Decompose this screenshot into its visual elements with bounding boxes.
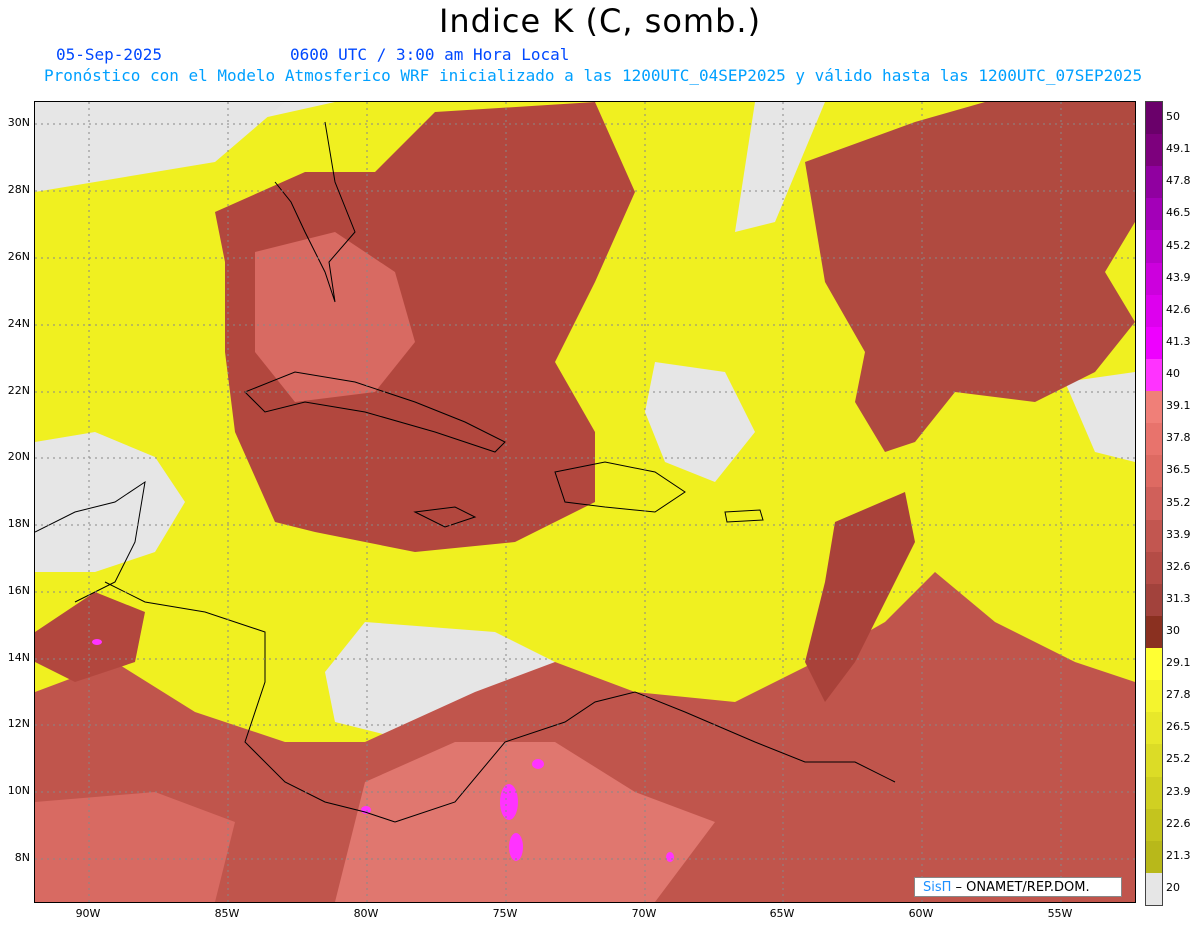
lat-label: 14N (7, 651, 30, 664)
colorbar-cell (1146, 808, 1162, 842)
colorbar-cell (1146, 294, 1162, 328)
colorbar-label: 22.6 (1166, 816, 1191, 830)
magenta-spot-honduras (92, 639, 102, 645)
colorbar-label: 32.6 (1166, 559, 1191, 573)
lon-label: 65W (769, 907, 795, 920)
magenta-spot-colombia-2 (509, 833, 523, 861)
colorbar-cell (1146, 648, 1162, 681)
colorbar-cell (1146, 519, 1162, 553)
map-title: Indice K (C, somb.) (438, 2, 762, 40)
colorbar-cell (1146, 615, 1162, 649)
lat-label: 28N (7, 183, 30, 196)
lon-label: 55W (1047, 907, 1073, 920)
forecast-note: Pronóstico con el Modelo Atmosferico WRF… (44, 66, 1143, 85)
credit-text: – ONAMET/REP.DOM. (951, 880, 1090, 895)
colorbar-label: 49.1 (1166, 142, 1191, 156)
lat-label: 8N (14, 851, 30, 864)
lat-label: 26N (7, 250, 30, 263)
colorbar-cell (1146, 583, 1162, 617)
colorbar-cell (1146, 391, 1162, 424)
credit-box: SisΠ – ONAMET/REP.DOM. (914, 877, 1122, 897)
colorbar-cell (1146, 776, 1162, 810)
colorbar-label: 39.1 (1166, 399, 1191, 413)
colorbar-cell (1146, 455, 1162, 488)
colorbar-cell (1146, 262, 1162, 296)
colorbar-cell (1146, 680, 1162, 713)
colorbar-label: 37.8 (1166, 431, 1191, 445)
colorbar-cell (1146, 551, 1162, 585)
colorbar-label: 41.3 (1166, 334, 1191, 348)
colorbar-cell (1146, 872, 1162, 906)
colorbar-label: 35.2 (1166, 495, 1191, 509)
k-index-map (34, 101, 1136, 903)
colorbar-cell (1146, 358, 1162, 392)
colorbar-label: 25.2 (1166, 752, 1191, 766)
lat-label: 20N (7, 450, 30, 463)
colorbar-cell (1146, 487, 1162, 521)
colorbar-cell (1146, 134, 1162, 167)
lat-label: 10N (7, 784, 30, 797)
colorbar-label: 26.5 (1166, 720, 1191, 734)
colorbar-label: 31.3 (1166, 591, 1191, 605)
colorbar-label: 47.8 (1166, 174, 1191, 188)
lon-label: 60W (908, 907, 934, 920)
colorbar-cell (1146, 840, 1162, 874)
lon-label: 85W (214, 907, 240, 920)
colorbar-cell (1146, 744, 1162, 777)
magenta-spot-colombia-3 (532, 759, 544, 769)
colorbar-cell (1146, 326, 1162, 360)
lon-label: 80W (353, 907, 379, 920)
forecast-date: 05-Sep-2025 (56, 45, 162, 64)
magenta-spot-colombia-1 (500, 784, 518, 820)
lat-label: 24N (7, 317, 30, 330)
colorbar-label: 29.1 (1166, 656, 1191, 670)
colorbar-label: 43.9 (1166, 270, 1191, 284)
lat-label: 12N (7, 717, 30, 730)
colorbar-label: 36.5 (1166, 463, 1191, 477)
colorbar-cell (1146, 102, 1162, 135)
colorbar-label: 42.6 (1166, 302, 1191, 316)
colorbar (1145, 101, 1163, 906)
lat-label: 16N (7, 584, 30, 597)
lon-label: 75W (492, 907, 518, 920)
colorbar-cell (1146, 166, 1162, 199)
lat-label: 30N (7, 116, 30, 129)
colorbar-cell (1146, 712, 1162, 745)
colorbar-label: 27.8 (1166, 688, 1191, 702)
colorbar-label: 20 (1166, 880, 1180, 894)
valid-time: 0600 UTC / 3:00 am Hora Local (290, 45, 570, 64)
colorbar-label: 50 (1166, 110, 1180, 124)
colorbar-label: 30 (1166, 623, 1180, 637)
lon-label: 90W (75, 907, 101, 920)
colorbar-label: 45.2 (1166, 238, 1191, 252)
map-canvas (35, 102, 1135, 902)
colorbar-cell (1146, 230, 1162, 264)
colorbar-label: 21.3 (1166, 848, 1191, 862)
lat-label: 18N (7, 517, 30, 530)
colorbar-label: 33.9 (1166, 527, 1191, 541)
credit-brand: SisΠ (923, 880, 952, 895)
magenta-spot-venezuela (666, 852, 674, 862)
colorbar-cell (1146, 423, 1162, 456)
colorbar-label: 23.9 (1166, 784, 1191, 798)
colorbar-label: 46.5 (1166, 206, 1191, 220)
lat-label: 22N (7, 384, 30, 397)
lon-label: 70W (631, 907, 657, 920)
colorbar-cell (1146, 198, 1162, 231)
colorbar-label: 40 (1166, 367, 1180, 381)
